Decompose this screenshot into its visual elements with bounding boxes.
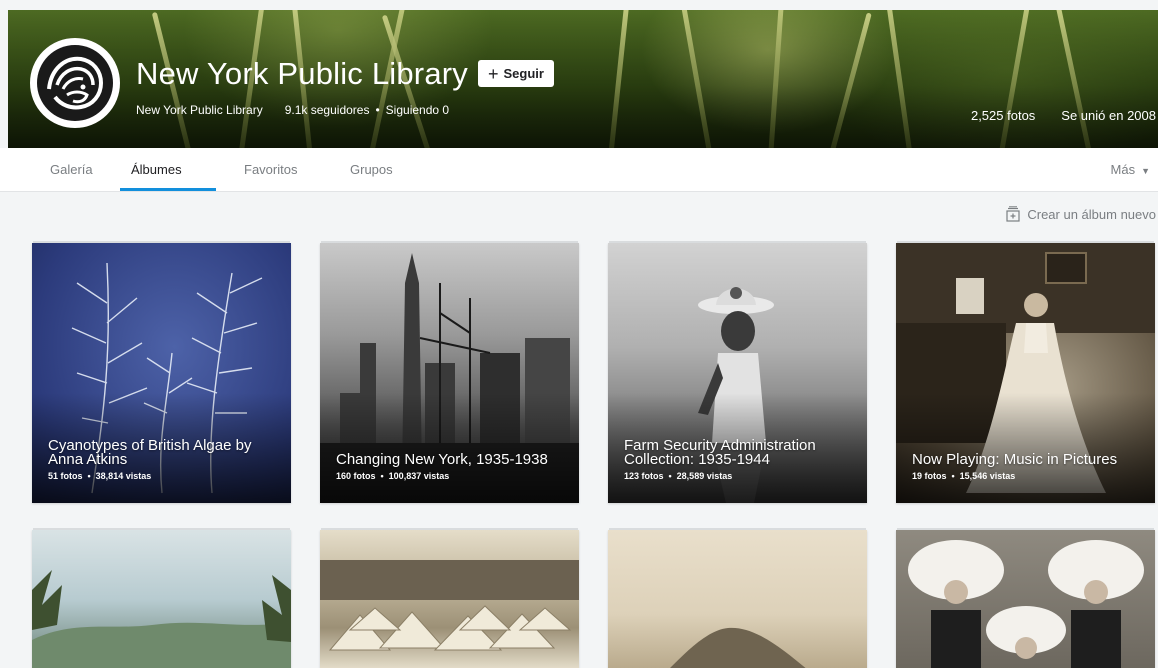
album-cover-photo bbox=[320, 530, 579, 668]
nypl-lion-logo-icon bbox=[37, 45, 113, 121]
album-card[interactable] bbox=[320, 530, 579, 668]
more-menu-label: Más bbox=[1110, 162, 1136, 177]
album-cover-photo bbox=[608, 530, 867, 668]
profile-stats: 2,525 fotos Se unió en 2008 bbox=[971, 108, 1156, 123]
album-card[interactable]: Cyanotypes of British Algae by Anna Atki… bbox=[32, 243, 291, 503]
separator-dot: • bbox=[375, 103, 380, 117]
album-card[interactable] bbox=[32, 530, 291, 668]
album-cover-photo bbox=[896, 530, 1155, 668]
album-title: Now Playing: Music in Pictures bbox=[912, 451, 1118, 468]
plus-icon: + bbox=[488, 63, 499, 84]
album-photo-count: 123 fotos bbox=[624, 471, 664, 481]
album-card[interactable]: Farm Security Administration Collection:… bbox=[608, 243, 867, 503]
photo-count: 2,525 fotos bbox=[970, 108, 1036, 123]
album-title: Changing New York, 1935-1938 bbox=[336, 451, 548, 468]
album-photo-count: 51 fotos bbox=[48, 471, 83, 481]
tab-favoritos[interactable]: Favoritos bbox=[244, 162, 297, 177]
following-link[interactable]: Siguiendo 0 bbox=[386, 103, 449, 117]
more-menu[interactable]: Más ▼ bbox=[1111, 162, 1150, 177]
follow-button-label: Seguir bbox=[503, 66, 544, 81]
caret-down-icon: ▼ bbox=[1141, 166, 1150, 176]
avatar[interactable] bbox=[30, 38, 120, 128]
album-stats: 51 fotos • 38,814 vistas bbox=[48, 471, 152, 481]
album-card[interactable] bbox=[608, 530, 867, 668]
album-stats: 19 fotos • 15,546 vistas bbox=[912, 471, 1016, 481]
album-photo-count: 160 fotos bbox=[336, 471, 376, 481]
followers-link[interactable]: 9.1k seguidores bbox=[285, 103, 370, 117]
tab-galeria[interactable]: Galería bbox=[50, 162, 93, 177]
album-card[interactable] bbox=[896, 530, 1155, 668]
profile-name: New York Public Library bbox=[136, 56, 468, 91]
album-title: Cyanotypes of British Algae by Anna Atki… bbox=[48, 437, 252, 468]
joined-date: Se unió en 2008 bbox=[1061, 108, 1156, 123]
profile-subname: New York Public Library bbox=[136, 103, 263, 117]
album-card[interactable]: Now Playing: Music in Pictures 19 fotos •… bbox=[896, 243, 1155, 503]
album-view-count: 28,589 vistas bbox=[676, 471, 733, 481]
add-album-icon bbox=[1006, 206, 1020, 222]
follow-button[interactable]: + Seguir bbox=[478, 60, 554, 87]
create-album-label: Crear un álbum nuevo bbox=[1027, 206, 1156, 222]
album-view-count: 38,814 vistas bbox=[95, 471, 152, 481]
tab-grupos[interactable]: Grupos bbox=[350, 162, 393, 177]
album-photo-count: 19 fotos bbox=[912, 471, 947, 481]
profile-meta: New York Public Library 9.1k seguidores … bbox=[136, 103, 449, 117]
album-title: Farm Security Administration Collection:… bbox=[624, 437, 816, 468]
album-stats: 160 fotos • 100,837 vistas bbox=[336, 471, 450, 481]
album-stats: 123 fotos • 28,589 vistas bbox=[624, 471, 733, 481]
album-cover-photo bbox=[32, 530, 291, 668]
tab-albumes[interactable]: Álbumes bbox=[131, 162, 182, 177]
active-tab-indicator bbox=[120, 188, 216, 191]
album-view-count: 15,546 vistas bbox=[959, 471, 1016, 481]
album-view-count: 100,837 vistas bbox=[388, 471, 450, 481]
album-card[interactable]: Changing New York, 1935-1938 160 fotos • 1… bbox=[320, 243, 579, 503]
create-album-button[interactable]: Crear un álbum nuevo bbox=[1005, 206, 1156, 222]
profile-tabs: Galería Álbumes Favoritos Grupos Más ▼ bbox=[0, 148, 1158, 192]
